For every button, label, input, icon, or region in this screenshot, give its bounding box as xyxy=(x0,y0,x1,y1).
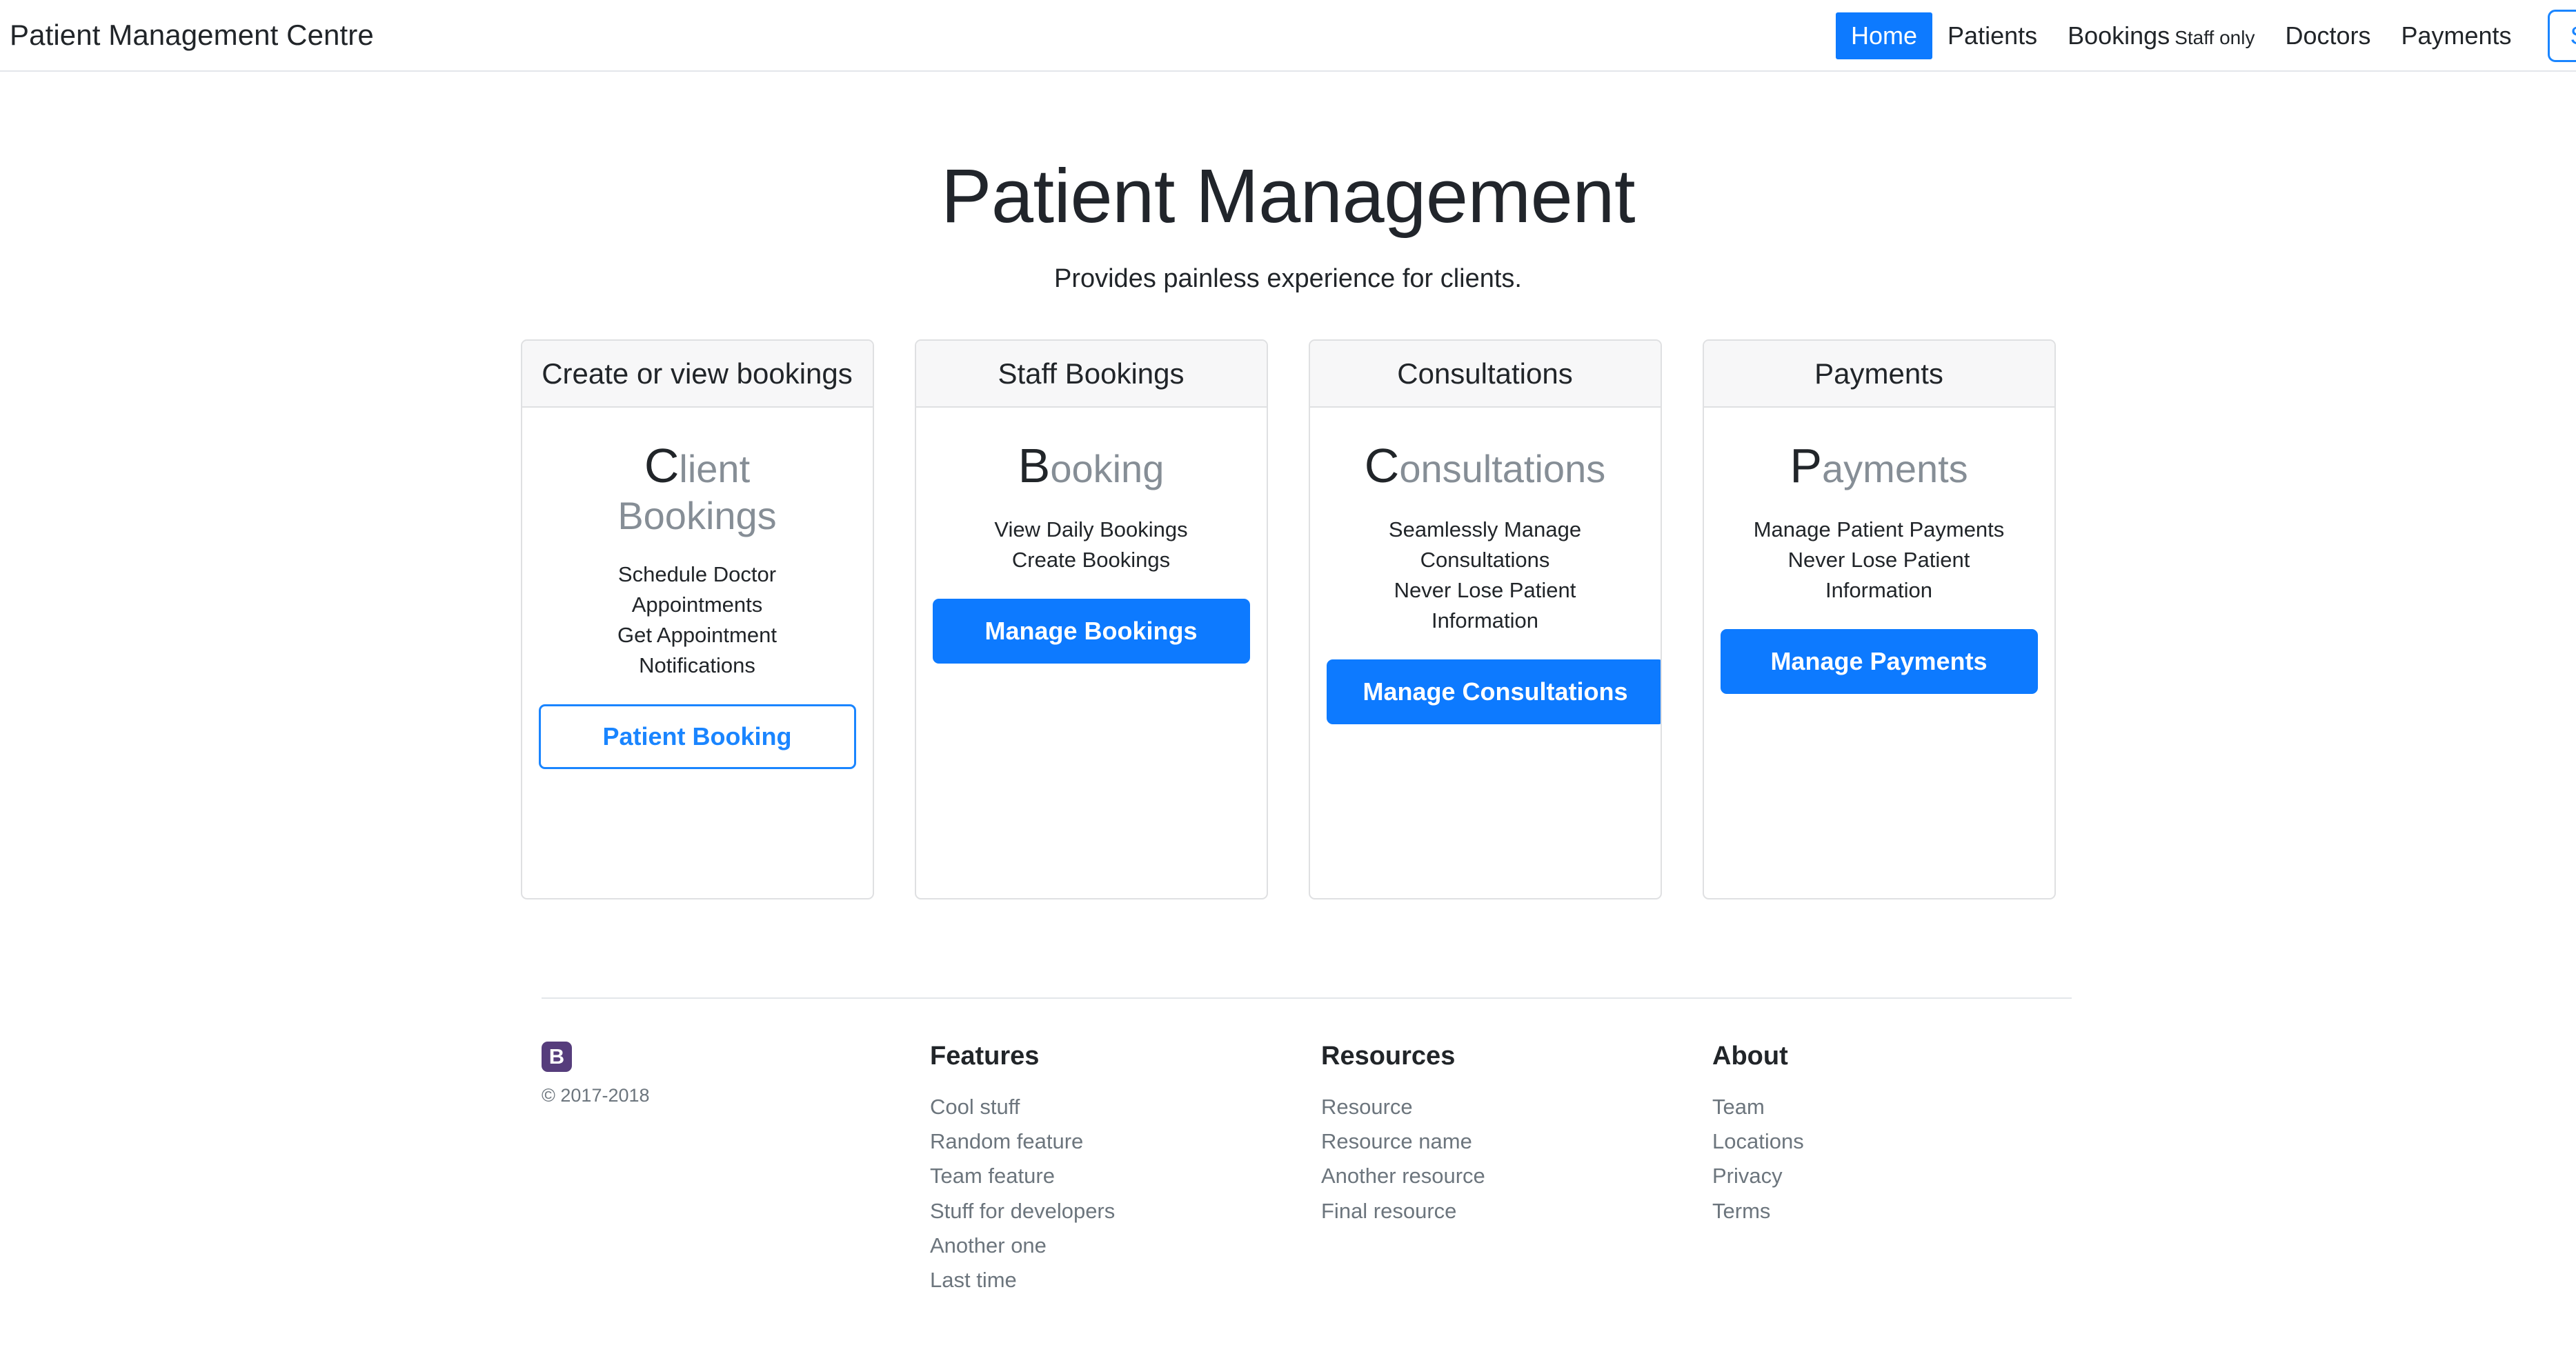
footer-link[interactable]: Last time xyxy=(930,1263,1321,1297)
manage-payments-button[interactable]: Manage Payments xyxy=(1720,629,2038,694)
footer-link[interactable]: Random feature xyxy=(930,1124,1321,1159)
footer-link[interactable]: Resource xyxy=(1321,1090,1712,1124)
card-title-payments: Payments xyxy=(1721,438,2038,494)
list-item: Information xyxy=(1431,608,1539,633)
footer-link[interactable]: Stuff for developers xyxy=(930,1194,1321,1228)
card-staff-bookings: Staff Bookings Booking View Daily Bookin… xyxy=(914,339,1268,899)
card-header-payments: Payments xyxy=(1703,341,2054,408)
card-title-client-bookings: Client Bookings xyxy=(539,438,856,539)
copyright-text: © 2017-2018 xyxy=(542,1085,650,1106)
list-item: View Daily Bookings xyxy=(994,517,1188,542)
top-navbar: Patient Management Centre Home Patients … xyxy=(0,0,2576,72)
nav-item-bookings-label: Bookings xyxy=(2068,21,2170,50)
list-item: Appointments xyxy=(631,593,763,617)
list-item: Manage Patient Payments xyxy=(1753,517,2005,542)
list-item: Information xyxy=(1825,578,1933,603)
hero-section: Patient Management Provides painless exp… xyxy=(0,72,2576,294)
nav-item-bookings-staff-only-badge: Staff only xyxy=(2174,27,2255,49)
card-feature-list-consultations: Seamlessly Manage Consultations Never Lo… xyxy=(1327,515,1644,636)
footer-link[interactable]: Privacy xyxy=(1712,1159,1804,1193)
card-title-rest: ooking xyxy=(1050,447,1165,491)
card-header-staff-bookings: Staff Bookings xyxy=(915,341,1267,408)
list-item: Schedule Doctor xyxy=(617,562,777,587)
footer-link[interactable]: Terms xyxy=(1712,1194,1804,1228)
footer-link[interactable]: Team feature xyxy=(930,1159,1321,1193)
footer-link[interactable]: Another resource xyxy=(1321,1159,1712,1193)
card-title-staff-bookings: Booking xyxy=(933,438,1250,494)
list-item: Never Lose Patient xyxy=(1787,548,1970,573)
nav-item-payments[interactable]: Payments xyxy=(2386,12,2526,59)
card-title-rest: lient xyxy=(679,447,751,491)
card-feature-list-staff-bookings: View Daily Bookings Create Bookings xyxy=(933,515,1250,575)
card-title-consultations: Consultations xyxy=(1327,438,1644,494)
footer-heading-resources: Resources xyxy=(1321,1042,1456,1071)
brand-title: Patient Management Centre xyxy=(10,19,374,51)
page-title: Patient Management xyxy=(940,154,1636,239)
footer-link-list-features: Cool stuff Random feature Team feature S… xyxy=(930,1090,1321,1297)
footer-link[interactable]: Locations xyxy=(1712,1124,1804,1159)
patient-booking-button[interactable]: Patient Booking xyxy=(538,704,856,769)
card-title-capital: C xyxy=(1364,439,1400,493)
nav-item-home[interactable]: Home xyxy=(1836,12,1933,59)
footer-column-about: About Team Locations Privacy Terms xyxy=(1712,1042,1804,1297)
list-item: Seamlessly Manage xyxy=(1388,517,1582,542)
card-feature-list-payments: Manage Patient Payments Never Lose Patie… xyxy=(1721,515,2038,606)
manage-consultations-button[interactable]: Manage Consultations xyxy=(1326,659,1661,724)
card-body-staff-bookings: Booking View Daily Bookings Create Booki… xyxy=(916,408,1267,898)
card-feature-list-client-bookings: Schedule Doctor Appointments Get Appoint… xyxy=(539,559,856,681)
card-title-capital: C xyxy=(644,439,680,493)
footer-link[interactable]: Resource name xyxy=(1321,1124,1712,1159)
card-payments: Payments Payments Manage Patient Payment… xyxy=(1702,339,2056,899)
footer-section: B © 2017-2018 Features Cool stuff Random… xyxy=(0,997,2576,1297)
card-body-consultations: Consultations Seamlessly Manage Consulta… xyxy=(1310,408,1661,898)
footer-heading-about: About xyxy=(1712,1042,1788,1071)
card-title-rest: ayments xyxy=(1822,447,1968,491)
footer-link[interactable]: Team xyxy=(1712,1090,1804,1124)
card-title-capital: P xyxy=(1790,439,1823,493)
card-consultations: Consultations Consultations Seamlessly M… xyxy=(1308,339,1662,899)
list-item: Notifications xyxy=(639,653,755,678)
card-title-rest: onsultations xyxy=(1399,447,1606,491)
footer-heading-features: Features xyxy=(930,1042,1040,1071)
list-item: Create Bookings xyxy=(1011,548,1171,573)
card-header-consultations: Consultations xyxy=(1309,341,1661,408)
footer-column-features: Features Cool stuff Random feature Team … xyxy=(930,1042,1321,1297)
nav-item-bookings[interactable]: Bookings Staff only xyxy=(2052,12,2270,59)
footer-link[interactable]: Another one xyxy=(930,1228,1321,1263)
card-body-payments: Payments Manage Patient Payments Never L… xyxy=(1704,408,2054,898)
footer-link[interactable]: Cool stuff xyxy=(930,1090,1321,1124)
sign-up-button[interactable]: Sign up xyxy=(2547,10,2576,62)
list-item: Get Appointment xyxy=(617,623,777,648)
card-title-second-line: Bookings xyxy=(617,494,777,538)
footer-brand: B © 2017-2018 xyxy=(542,1042,930,1297)
card-client-bookings: Create or view bookings Client Bookings … xyxy=(520,339,874,899)
page-subtitle: Provides painless experience for clients… xyxy=(1053,264,1522,293)
bootstrap-logo-icon: B xyxy=(542,1042,572,1072)
footer-column-resources: Resources Resource Resource name Another… xyxy=(1321,1042,1712,1297)
manage-bookings-button[interactable]: Manage Bookings xyxy=(932,599,1250,664)
nav-item-doctors[interactable]: Doctors xyxy=(2270,12,2386,59)
footer-link-list-resources: Resource Resource name Another resource … xyxy=(1321,1090,1712,1228)
footer-link-list-about: Team Locations Privacy Terms xyxy=(1712,1090,1804,1228)
list-item: Never Lose Patient xyxy=(1394,578,1576,603)
card-title-capital: B xyxy=(1018,439,1051,493)
card-header-client-bookings: Create or view bookings xyxy=(522,341,873,408)
nav-item-patients[interactable]: Patients xyxy=(1932,12,2052,59)
list-item: Consultations xyxy=(1420,548,1550,573)
footer-columns: B © 2017-2018 Features Cool stuff Random… xyxy=(0,999,2576,1297)
footer-link[interactable]: Final resource xyxy=(1321,1194,1712,1228)
feature-card-deck: Create or view bookings Client Bookings … xyxy=(0,339,2576,899)
primary-nav: Home Patients Bookings Staff only Doctors… xyxy=(1836,0,2576,72)
card-body-client-bookings: Client Bookings Schedule Doctor Appointm… xyxy=(522,408,873,898)
